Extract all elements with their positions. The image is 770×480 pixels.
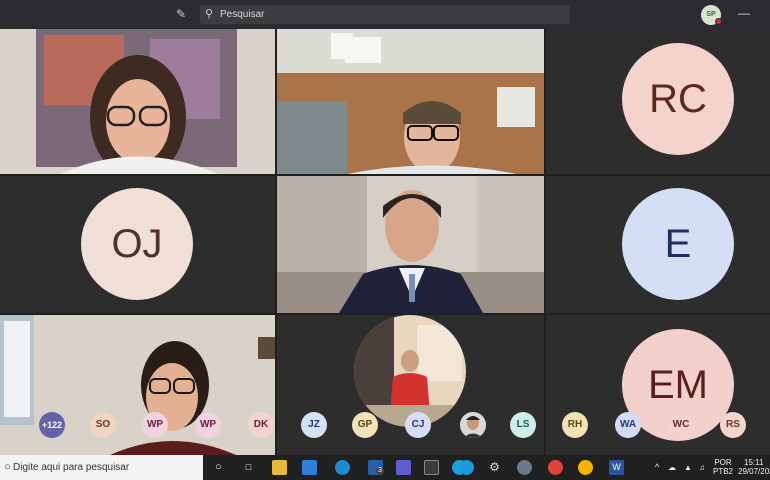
participant-chip[interactable]: WA [615, 412, 641, 438]
participant-avatar: E [622, 188, 734, 300]
video-tile-man-office[interactable] [277, 29, 544, 174]
participant-chip[interactable]: RH [562, 412, 588, 438]
task-view-icon[interactable]: □ [241, 460, 256, 475]
avatar-tile-rc[interactable]: RC [546, 29, 770, 174]
file-explorer-icon[interactable] [272, 460, 287, 475]
participant-chip[interactable]: WC [668, 412, 694, 438]
teams-icon[interactable] [396, 460, 411, 475]
presence-busy-indicator [715, 18, 722, 25]
video-tile-man-suit[interactable] [277, 176, 544, 313]
language-code: POR [714, 458, 732, 467]
participant-avatar: RC [622, 43, 734, 155]
search-box[interactable]: ⚲ Pesquisar [200, 5, 570, 24]
participant-chip[interactable]: CJ [405, 412, 431, 438]
participant-photo [460, 412, 486, 438]
participant-chip[interactable]: JZ [301, 412, 327, 438]
word-icon[interactable]: W [609, 460, 624, 475]
clock-time: 15:11 [744, 458, 764, 467]
volume-icon[interactable]: ♫ [699, 463, 705, 472]
tray-chevron-up-icon[interactable]: ^ [655, 463, 659, 472]
more-participants-badge[interactable]: +122 [39, 412, 65, 438]
edge-legacy-icon[interactable] [335, 460, 350, 475]
notes-icon[interactable] [424, 460, 439, 475]
participant-chip[interactable]: SO [90, 412, 116, 438]
participant-chip[interactable]: RS [720, 412, 746, 438]
tool-icon[interactable] [517, 460, 532, 475]
participant-chip[interactable]: LS [510, 412, 536, 438]
store-icon[interactable] [302, 460, 317, 475]
search-placeholder: Pesquisar [220, 9, 265, 20]
settings-icon[interactable]: ⚙ [487, 460, 502, 475]
participant-video [277, 29, 544, 174]
participant-chip[interactable]: WP [142, 412, 168, 438]
chrome-icon[interactable] [548, 460, 563, 475]
windows-taskbar: ○ Digite aqui para pesquisar ○ □ 3 ⚙ W ^… [0, 455, 770, 480]
search-icon: ○ [4, 461, 11, 473]
minimize-button[interactable]: — [738, 6, 750, 20]
participant-video [277, 176, 544, 313]
taskbar-search-box[interactable]: ○ Digite aqui para pesquisar [0, 455, 203, 480]
participant-avatar: OJ [81, 188, 193, 300]
network-icon[interactable]: ▲ [684, 463, 692, 472]
clock[interactable]: 15:11 29/07/202 [738, 458, 770, 476]
onedrive-icon[interactable]: ☁ [668, 463, 676, 472]
keyboard-layout: PTB2 [712, 467, 733, 476]
participant-chip[interactable]: GP [352, 412, 378, 438]
teams-title-bar: ✎ ⚲ Pesquisar SP — [0, 0, 770, 29]
avatar-tile-e[interactable]: E [546, 176, 770, 313]
participant-chip[interactable]: DK [248, 412, 274, 438]
taskbar-search-text: Digite aqui para pesquisar [13, 462, 130, 473]
mail-badge: 3 [376, 467, 384, 475]
language-indicator[interactable]: POR PTB2 [712, 458, 734, 476]
clock-date: 29/07/202 [738, 467, 770, 476]
video-tile-woman-glasses[interactable] [0, 29, 275, 174]
participant-chip[interactable]: WP [195, 412, 221, 438]
participant-video [0, 29, 275, 174]
video-tile-woman-room[interactable] [0, 315, 275, 455]
search-icon: ⚲ [205, 8, 214, 20]
compose-icon[interactable]: ✎ [176, 8, 189, 21]
avatar-tile-oj[interactable]: OJ [0, 176, 275, 313]
cortana-icon[interactable]: ○ [211, 460, 226, 475]
skype-icon[interactable] [459, 460, 474, 475]
participant-photo-chip[interactable] [460, 412, 486, 438]
participant-video [0, 315, 275, 455]
chrome-icon[interactable] [578, 460, 593, 475]
